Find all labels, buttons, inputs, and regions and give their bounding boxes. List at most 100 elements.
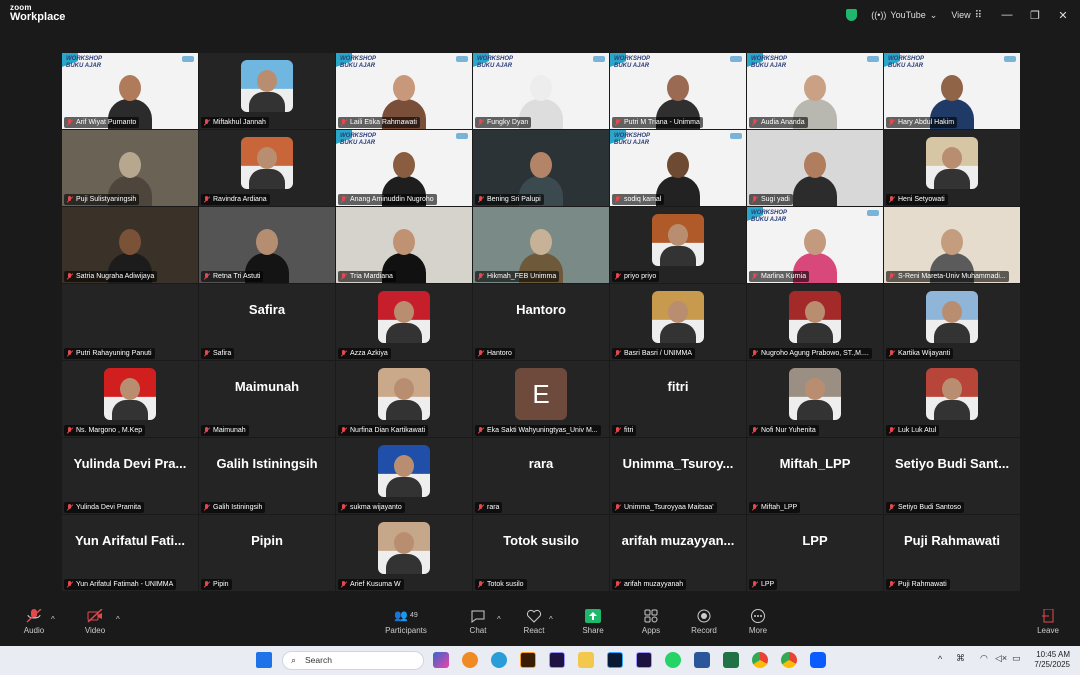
participant-tile[interactable]: Unimma_Tsuroy... Unimma_Tsuroyyaa Maitsaa… [610, 438, 746, 514]
chrome-profile-icon[interactable] [781, 652, 797, 668]
firefox-icon[interactable] [462, 652, 478, 668]
participant-tile[interactable]: Azza Azkiya [336, 284, 472, 360]
participant-tile[interactable]: E Eka Sakti Wahyuningtyas_Univ M... [473, 361, 609, 437]
participant-tile[interactable]: Arief Kusuma W [336, 515, 472, 591]
audio-button[interactable]: Audio [4, 609, 64, 635]
participant-tile[interactable]: Miftah_LPP Miftah_LPP [747, 438, 883, 514]
language-icon[interactable]: ⌘ [956, 653, 965, 664]
restore-button[interactable]: ❐ [1024, 9, 1046, 22]
file-explorer-icon[interactable] [578, 652, 594, 668]
participant-tile[interactable]: Galih Istiningsih Galih Istiningsih [199, 438, 335, 514]
participant-tile[interactable]: Nurfina Dian Kartikawati [336, 361, 472, 437]
participant-tile[interactable]: Ravindra Ardiana [199, 130, 335, 206]
windows-start-icon[interactable] [256, 652, 272, 668]
share-button[interactable]: Share [563, 609, 623, 635]
participant-tile[interactable]: Sugi yadi [747, 130, 883, 206]
react-caret-icon[interactable]: ^ [549, 615, 553, 624]
whatsapp-icon[interactable] [665, 652, 681, 668]
audio-caret-icon[interactable]: ^ [51, 615, 55, 624]
participant-tile[interactable]: Ns. Margono , M.Kep [62, 361, 198, 437]
video-caret-icon[interactable]: ^ [116, 615, 120, 624]
participant-tile[interactable]: Puji Sulistyaningsih [62, 130, 198, 206]
participant-tile[interactable]: Bening Sri Palupi [473, 130, 609, 206]
participant-tile[interactable]: Putri Rahayuning Panuti [62, 284, 198, 360]
participant-tile[interactable]: WORKSHOP BUKU AJAR Hary Abdul Hakim [884, 53, 1020, 129]
participant-tile[interactable]: Maimunah Maimunah [199, 361, 335, 437]
view-button[interactable]: View ⠿ [951, 10, 982, 21]
participant-tile[interactable]: S-Reni Mareta-Univ Muhammadi... [884, 207, 1020, 283]
participant-tile[interactable]: Yun Arifatul Fati... Yun Arifatul Fatimah… [62, 515, 198, 591]
participant-tile[interactable]: sukma wijayanto [336, 438, 472, 514]
participant-tile[interactable]: rara rara [473, 438, 609, 514]
participant-tile[interactable]: Totok susilo Totok susilo [473, 515, 609, 591]
apps-button[interactable]: Apps [621, 609, 681, 635]
zoom-taskbar-icon[interactable] [810, 652, 826, 668]
participant-tile[interactable]: Puji Rahmawati Puji Rahmawati [884, 515, 1020, 591]
system-clock[interactable]: 10:45 AM 7/25/2025 [1034, 650, 1070, 670]
participant-tile[interactable]: WORKSHOP BUKU AJAR Marlina Kurnia [747, 207, 883, 283]
chrome-icon[interactable] [752, 652, 768, 668]
participant-tile[interactable]: Hantoro Hantoro [473, 284, 609, 360]
illustrator-icon[interactable] [520, 652, 536, 668]
muted-mic-icon [204, 350, 210, 357]
participant-tile[interactable]: WORKSHOP BUKU AJAR Audia Ananda [747, 53, 883, 129]
wifi-icon[interactable]: ◠ [980, 653, 988, 664]
windows-taskbar: ⌕ Search ^ ⌘ ◠ ◁× ▭ 10:45 AM 7/25/2025 [0, 646, 1080, 675]
participant-tile[interactable]: Satria Nugraha Adiwijaya [62, 207, 198, 283]
participant-tile[interactable]: WORKSHOP BUKU AJAR Laili Etika Rahmawati [336, 53, 472, 129]
participant-tile[interactable]: Pipin Pipin [199, 515, 335, 591]
participant-tile[interactable]: Hikmah_FEB Unimma [473, 207, 609, 283]
participant-tile[interactable]: Yulinda Devi Pra... Yulinda Devi Pramita [62, 438, 198, 514]
close-button[interactable]: ✕ [1052, 9, 1074, 22]
profile-picture [378, 445, 430, 497]
photoshop-icon[interactable] [607, 652, 623, 668]
participant-tile[interactable]: WORKSHOP BUKU AJAR Fungky Dyan [473, 53, 609, 129]
participant-tile[interactable]: Basri Basri / UNIMMA [610, 284, 746, 360]
participant-tile[interactable]: Heni Setyowati [884, 130, 1020, 206]
participant-tile[interactable]: fitri fitri [610, 361, 746, 437]
participant-tile[interactable]: Nugroho Agung Prabowo, ST.,M.... [747, 284, 883, 360]
participant-tile[interactable]: Miftakhul Jannah [199, 53, 335, 129]
excel-icon[interactable] [723, 652, 739, 668]
participant-tile[interactable]: Luk Luk Atul [884, 361, 1020, 437]
participant-tile[interactable]: LPP LPP [747, 515, 883, 591]
participant-tile[interactable]: Setiyo Budi Sant... Setiyo Budi Santoso [884, 438, 1020, 514]
record-button[interactable]: Record [674, 609, 734, 635]
participant-name-label: Hantoro [475, 348, 515, 359]
edge-icon[interactable] [491, 652, 507, 668]
participant-tile[interactable]: Tria Mardiana [336, 207, 472, 283]
chat-caret-icon[interactable]: ^ [497, 615, 501, 624]
muted-mic-icon [478, 196, 484, 203]
volume-icon[interactable]: ◁× [995, 653, 1007, 664]
participant-tile[interactable]: WORKSHOP BUKU AJAR Arif Wiyat Purnanto [62, 53, 198, 129]
participant-name-label: Putri M Triana - Unimma [612, 117, 703, 128]
participant-tile[interactable]: Retna Tri Astuti [199, 207, 335, 283]
background-banner-text: WORKSHOP BUKU AJAR [340, 133, 376, 146]
participant-tile[interactable]: arifah muzayyan... arifah muzayyanah [610, 515, 746, 591]
participant-tile[interactable]: Kartika Wijayanti [884, 284, 1020, 360]
encryption-shield-icon[interactable] [846, 9, 858, 21]
participant-name-label: Sugi yadi [749, 194, 793, 205]
copilot-icon[interactable] [433, 652, 449, 668]
tray-chevron-icon[interactable]: ^ [938, 654, 942, 664]
participant-tile[interactable]: WORKSHOP BUKU AJAR sodiq kamal [610, 130, 746, 206]
participants-button[interactable]: 👥 49 Participants [376, 609, 436, 635]
participant-tile[interactable]: priyo priyo [610, 207, 746, 283]
participant-name-label: Hikmah_FEB Unimma [475, 271, 560, 282]
after-effects-icon[interactable] [636, 652, 652, 668]
word-icon[interactable] [694, 652, 710, 668]
participant-tile[interactable]: Nofi Nur Yuhenita [747, 361, 883, 437]
participant-tile[interactable]: WORKSHOP BUKU AJAR Anang Aminuddin Nugroh… [336, 130, 472, 206]
premiere-icon[interactable] [549, 652, 565, 668]
more-dots-icon [751, 609, 765, 623]
battery-icon[interactable]: ▭ [1012, 653, 1021, 664]
participant-tile[interactable]: WORKSHOP BUKU AJAR Putri M Triana - Unimm… [610, 53, 746, 129]
react-button[interactable]: React [504, 609, 564, 635]
more-button[interactable]: More [728, 609, 788, 635]
livestream-button[interactable]: ((•)) YouTube ⌄ [871, 10, 937, 21]
leave-button[interactable]: Leave [1018, 609, 1078, 635]
minimize-button[interactable]: — [996, 9, 1018, 21]
taskbar-search-box[interactable]: ⌕ Search [282, 651, 424, 670]
participant-name: Nugroho Agung Prabowo, ST.,M.... [761, 350, 869, 357]
participant-tile[interactable]: Safira Safira [199, 284, 335, 360]
